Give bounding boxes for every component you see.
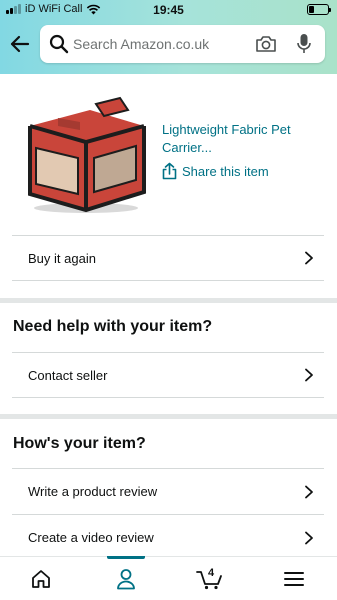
contact-seller-label: Contact seller: [28, 367, 108, 383]
tab-cart[interactable]: 4: [190, 557, 230, 600]
buy-again-row[interactable]: Buy it again: [12, 235, 324, 281]
write-review-row[interactable]: Write a product review: [12, 468, 324, 514]
person-icon: [117, 569, 135, 590]
tab-home[interactable]: [21, 557, 61, 600]
battery-icon: [307, 4, 331, 15]
product-card: Lightweight Fabric Pet Carrier... Share …: [0, 74, 337, 236]
back-arrow-icon[interactable]: [8, 32, 32, 56]
clock: 19:45: [153, 3, 184, 17]
search-input[interactable]: [73, 33, 253, 55]
status-bar: iD WiFi Call 19:45: [0, 0, 337, 20]
cart-count-badge: 4: [208, 567, 215, 579]
search-icon: [49, 34, 69, 54]
search-bar[interactable]: [40, 25, 325, 63]
share-item-link[interactable]: Share this item: [162, 162, 269, 180]
buy-again-label: Buy it again: [28, 250, 96, 266]
chevron-right-icon: [305, 368, 313, 382]
product-title-link[interactable]: Lightweight Fabric Pet Carrier...: [162, 121, 322, 157]
chevron-right-icon: [305, 251, 313, 265]
contact-seller-row[interactable]: Contact seller: [12, 352, 324, 398]
chevron-right-icon: [305, 531, 313, 544]
video-review-row[interactable]: Create a video review: [12, 514, 324, 560]
tab-menu[interactable]: [274, 557, 314, 600]
hows-item-heading: How's your item?: [13, 435, 146, 452]
section-divider: [0, 414, 337, 419]
write-review-label: Write a product review: [28, 484, 158, 499]
section-divider: [0, 298, 337, 303]
bottom-tab-bar: 4: [0, 556, 337, 600]
share-label: Share this item: [182, 163, 269, 179]
home-icon: [32, 570, 50, 588]
tab-account[interactable]: [106, 557, 146, 600]
product-image[interactable]: [20, 96, 150, 216]
chevron-right-icon: [305, 485, 313, 498]
microphone-icon[interactable]: [297, 33, 311, 55]
header: iD WiFi Call 19:45: [0, 0, 337, 74]
menu-icon: [284, 572, 304, 586]
camera-icon[interactable]: [255, 34, 277, 54]
help-heading: Need help with your item?: [13, 318, 213, 335]
share-icon: [162, 162, 177, 180]
video-review-label: Create a video review: [28, 530, 154, 545]
